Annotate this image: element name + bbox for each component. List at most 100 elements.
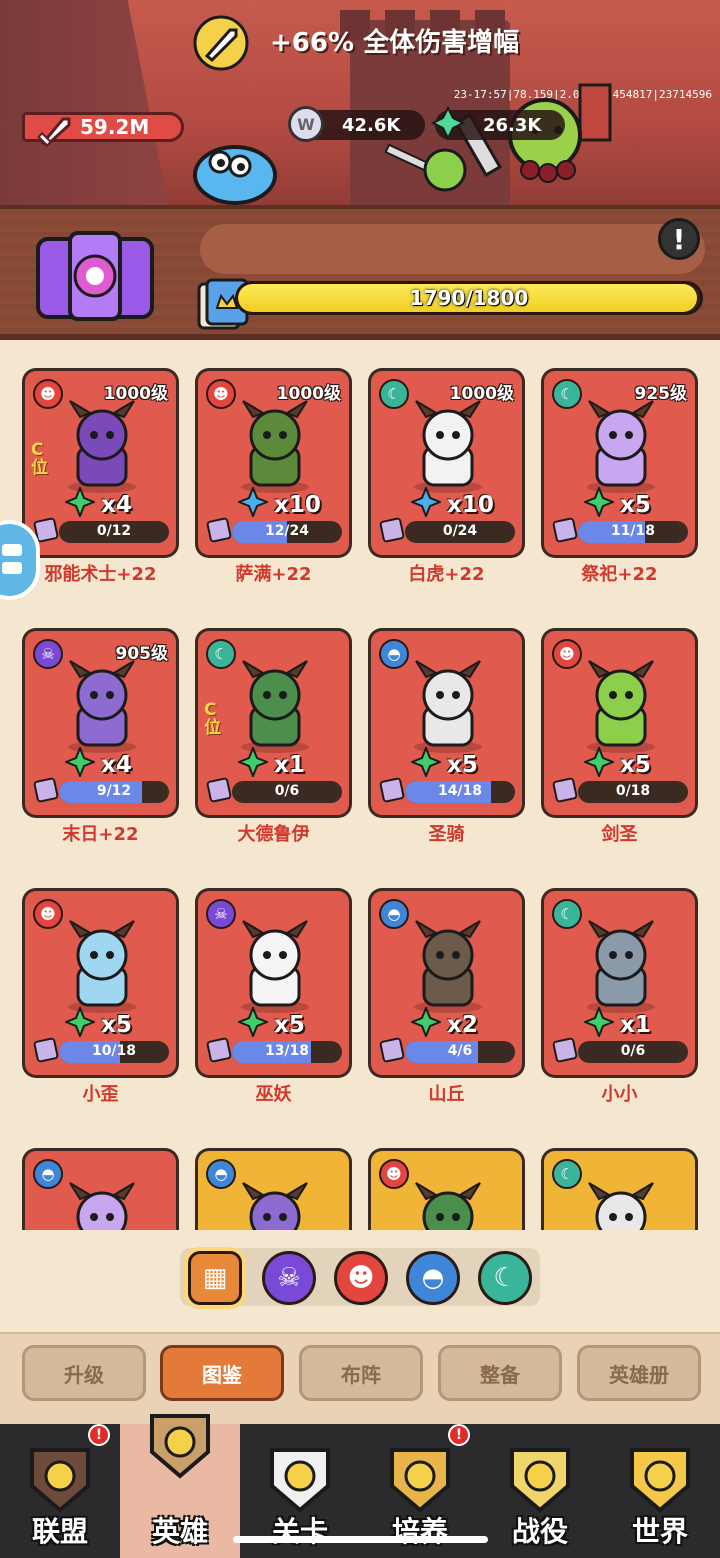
gem-value: 26.3K [483,114,542,136]
hero-card[interactable]: ☻ [368,1148,525,1230]
sub-tab-2[interactable]: 图鉴 [160,1345,284,1401]
hero-card[interactable]: ☠ x5 13/18 巫妖 [195,888,352,1105]
star-count-value: x2 [447,1012,478,1038]
green-star-gem-icon [236,1005,270,1043]
coin-counter[interactable]: W 42.6K [288,106,425,142]
blue-slime-character [190,140,285,214]
hero-card-body: ☠ 905级 x4 9/12 [25,631,176,815]
hero-portrait [396,399,501,498]
green-star-gem-icon [236,745,270,783]
hero-card[interactable]: ☾ [541,1148,698,1230]
nav-item[interactable]: 战役 [480,1424,600,1558]
hero-name: 山丘 [428,1084,465,1105]
hero-card[interactable]: ☠ 905级 x4 9/12 末日+22 [22,628,179,845]
sword-icon [262,1440,338,1520]
album-book-icon[interactable] [30,229,160,328]
hero-card[interactable]: ☾ 925级 x5 11/18 祭祀+22 [541,368,698,585]
star-count-value: x5 [620,492,651,518]
nav-item[interactable]: 联盟 ! [0,1424,120,1558]
hero-fragment-icon [552,1037,578,1067]
hero-card[interactable]: ◓ [195,1148,352,1230]
nav-label: 培养 [391,1515,448,1548]
hero-portrait [569,1181,674,1230]
hero-fragment-icon [33,1037,59,1067]
hero-card-body: ☾ C位 x1 0/6 [198,631,349,815]
star-count-value: x10 [447,492,494,518]
sub-tab-5[interactable]: 英雄册 [577,1345,701,1401]
faction-filter-button[interactable]: ▦ [188,1251,242,1305]
hero-card-frame: ◓ x5 14/18 [368,628,525,818]
hero-star-count: x5 [582,745,651,783]
hero-portrait [569,399,674,498]
attack-power-display: 59.2M [22,112,184,147]
sub-tab-4[interactable]: 整备 [438,1345,562,1401]
world-tree-icon [622,1440,698,1520]
hero-fragment-icon [206,517,232,547]
crescent-moon-icon: ☾ [493,1263,517,1293]
hero-card[interactable]: ☾ 1000级 x10 0/24 白虎+22 [368,368,525,585]
hero-card[interactable]: ◓ x5 14/18 圣骑 [368,628,525,845]
hero-portrait [50,1181,155,1230]
green-star-gem-icon [409,745,443,783]
hero-card[interactable]: ☾ x1 0/6 小小 [541,888,698,1105]
hero-card[interactable]: ☾ C位 x1 0/6 大德鲁伊 [195,628,352,845]
hero-fragment-icon [206,1037,232,1067]
hero-card-body: ◓ x5 14/18 [371,631,522,815]
fragment-count: 14/18 [437,783,483,799]
faction-filter-button[interactable]: ☠ [262,1251,316,1305]
hero-card-body: ☾ [544,1151,695,1230]
collection-progress-text: 1790/1800 [409,286,529,310]
nav-item[interactable]: 英雄 [120,1414,240,1558]
hero-card-frame: ◓ x2 4/6 [368,888,525,1078]
green-star-gem-icon [582,745,616,783]
hero-card-frame: ☻ x5 0/18 [541,628,698,818]
sub-tab-1[interactable]: 升级 [22,1345,146,1401]
hero-card-body: ◓ x2 4/6 [371,891,522,1075]
faction-filter-button[interactable]: ☾ [478,1251,532,1305]
hero-portrait [223,659,328,758]
hero-portrait [223,1181,328,1230]
hero-card-frame: ☠ 905级 x4 9/12 [22,628,179,818]
hero-card[interactable]: ☻ 1000级 x10 12/24 萨满+22 [195,368,352,585]
attack-power-value: 59.2M [80,115,150,139]
fragment-count: 11/18 [610,523,656,539]
green-star-gem-icon [63,1005,97,1043]
hero-card[interactable]: ☻ x5 10/18 小歪 [22,888,179,1105]
hero-card-frame: ☻ 1000级 C位 x4 0/12 [22,368,179,558]
faction-filter-button[interactable]: ◓ [406,1251,460,1305]
bonus-banner [200,224,705,274]
hero-star-count: x2 [409,1005,478,1041]
sword-badge-icon [192,14,250,76]
hero-card[interactable]: ☻ x5 0/18 剑圣 [541,628,698,845]
green-star-gem-icon [582,485,616,523]
hero-card-frame: ☻ 1000级 x10 12/24 [195,368,352,558]
hero-name: 邪能术士+22 [44,564,157,585]
hero-card[interactable]: ☻ 1000级 C位 x4 0/12 邪能术士+22 [22,368,179,585]
hero-squad-characters [380,75,630,214]
fragment-count: 0/6 [274,783,300,799]
fragment-count: 9/12 [96,783,132,799]
hero-star-count: x1 [582,1005,651,1041]
coin-icon: W [288,106,324,142]
nav-label: 关卡 [271,1515,328,1548]
faction-filter-button[interactable]: ☻ [334,1251,388,1305]
info-button[interactable]: ! [658,218,700,260]
hero-card[interactable]: ◓ x2 4/6 山丘 [368,888,525,1105]
nav-item[interactable]: 世界 [600,1424,720,1558]
gem-counter[interactable]: 26.3K [430,105,565,141]
hero-card-body: ☻ x5 10/18 [25,891,176,1075]
hero-portrait [396,1181,501,1230]
hero-name: 剑圣 [601,824,638,845]
star-count-value: x5 [620,752,651,778]
hero-card[interactable]: ◓ [22,1148,179,1230]
hero-card-body: ☾ 925级 x5 11/18 [544,371,695,555]
hero-name: 小小 [601,1084,638,1105]
hero-portrait [223,399,328,498]
fragment-count: 0/6 [620,1043,646,1059]
hero-fragment-icon [379,517,405,547]
hero-star-count: x5 [582,485,651,523]
hero-portrait [569,659,674,758]
sub-tab-3[interactable]: 布阵 [299,1345,423,1401]
hero-card-body: ☠ x5 13/18 [198,891,349,1075]
hero-card-frame: ☠ x5 13/18 [195,888,352,1078]
